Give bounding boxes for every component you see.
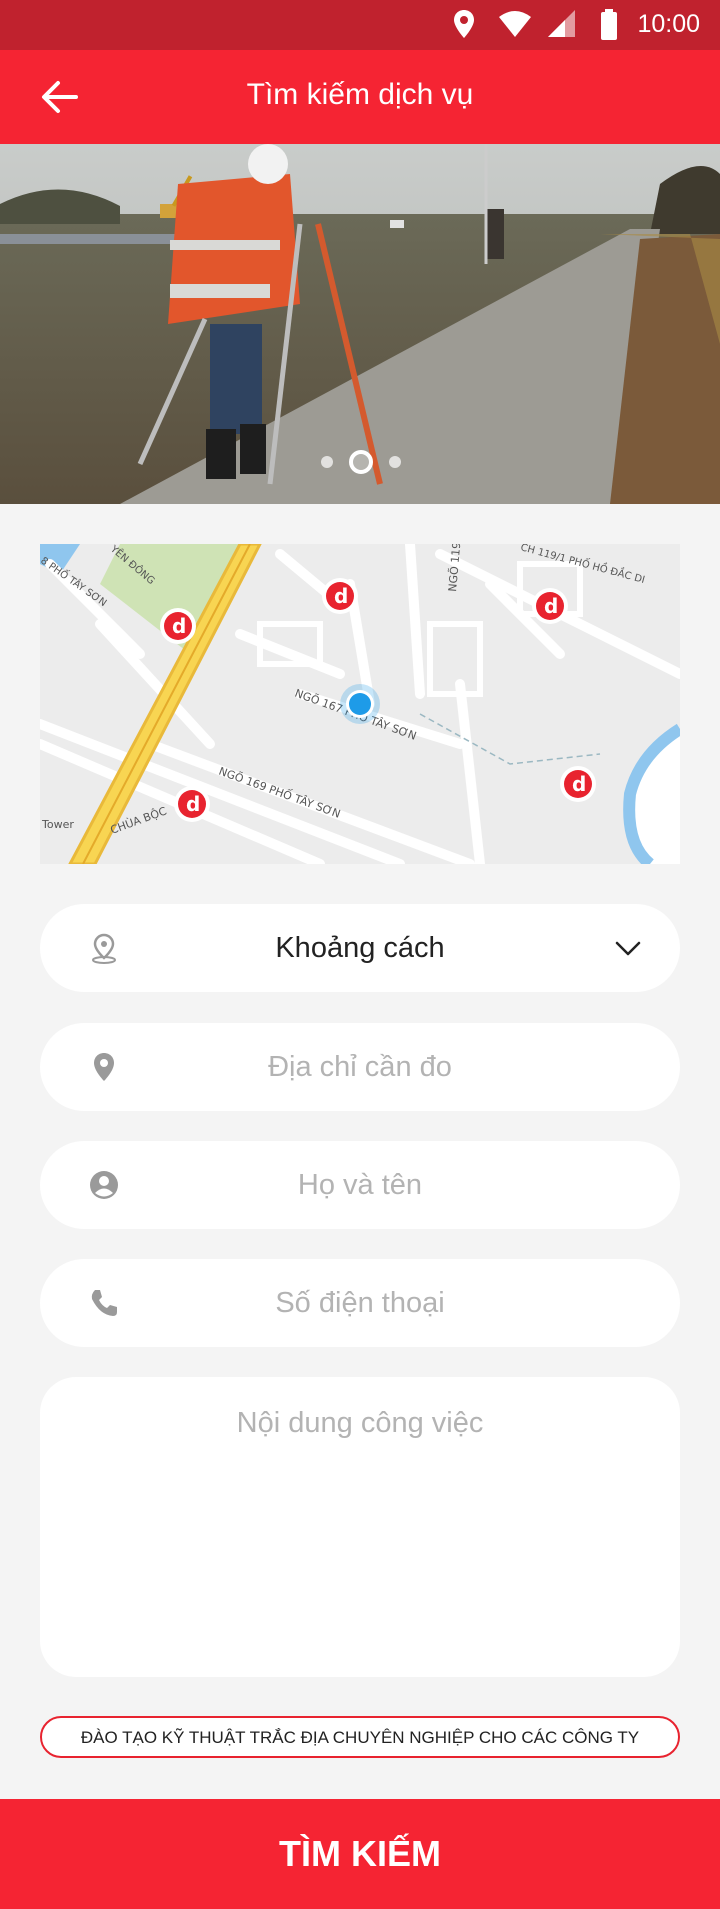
search-button[interactable]: TÌM KIẾM: [0, 1799, 720, 1909]
svg-text:d: d: [572, 772, 586, 796]
search-button-label: TÌM KIẾM: [279, 1833, 441, 1874]
phone-input[interactable]: Số điện thoại: [40, 1259, 680, 1347]
app-bar: Tìm kiếm dịch vụ: [0, 50, 720, 144]
svg-text:d: d: [172, 614, 186, 638]
current-location-dot: [340, 684, 380, 724]
clock: 10:00: [637, 10, 700, 38]
phone-placeholder: Số điện thoại: [275, 1287, 445, 1319]
wifi-icon: [499, 11, 531, 37]
company-pin-5[interactable]: d: [174, 786, 210, 822]
svg-text:d: d: [544, 594, 558, 618]
carousel-dot-1[interactable]: [321, 456, 333, 468]
carousel-dot-3[interactable]: [389, 456, 401, 468]
address-placeholder: Địa chỉ cần đo: [268, 1051, 452, 1083]
company-pin-2[interactable]: d: [322, 578, 358, 614]
job-description-placeholder: Nội dung công việc: [236, 1407, 484, 1439]
svg-text:d: d: [186, 792, 200, 816]
battery-icon: [601, 9, 617, 40]
status-bar: 10:00: [0, 0, 720, 50]
signal-icon: [548, 10, 575, 37]
name-placeholder: Họ và tên: [297, 1169, 423, 1201]
distance-select[interactable]: Khoảng cách: [40, 904, 680, 992]
promo-text: ĐÀO TẠO KỸ THUẬT TRẮC ĐỊA CHUYÊN NGHIỆP …: [80, 1728, 640, 1747]
service-map[interactable]: 8 PHỐ TÂY SƠN YÊN ĐÔNG NGÕ 167 PHỐ TÂY S…: [40, 544, 680, 864]
company-pin-1[interactable]: d: [160, 608, 196, 644]
carousel-dot-2[interactable]: [349, 450, 373, 474]
company-pin-4[interactable]: d: [560, 766, 596, 802]
name-input[interactable]: Họ và tên: [40, 1141, 680, 1229]
location-icon: [454, 10, 474, 38]
chevron-down-icon: [615, 941, 641, 956]
promo-banner[interactable]: ĐÀO TẠO KỸ THUẬT TRẮC ĐỊA CHUYÊN NGHIỆP …: [40, 1716, 680, 1758]
carousel-indicators: [0, 447, 720, 477]
page-title: Tìm kiếm dịch vụ: [246, 78, 474, 111]
map-label-tower: Tower: [41, 818, 74, 831]
distance-select-value: Khoảng cách: [275, 932, 445, 964]
company-pin-3[interactable]: d: [532, 588, 568, 624]
map-canvas: 8 PHỐ TÂY SƠN YÊN ĐÔNG NGÕ 167 PHỐ TÂY S…: [40, 544, 680, 864]
address-input[interactable]: Địa chỉ cần đo: [40, 1023, 680, 1111]
job-description-textarea[interactable]: Nội dung công việc: [40, 1377, 680, 1677]
svg-text:d: d: [334, 584, 348, 608]
